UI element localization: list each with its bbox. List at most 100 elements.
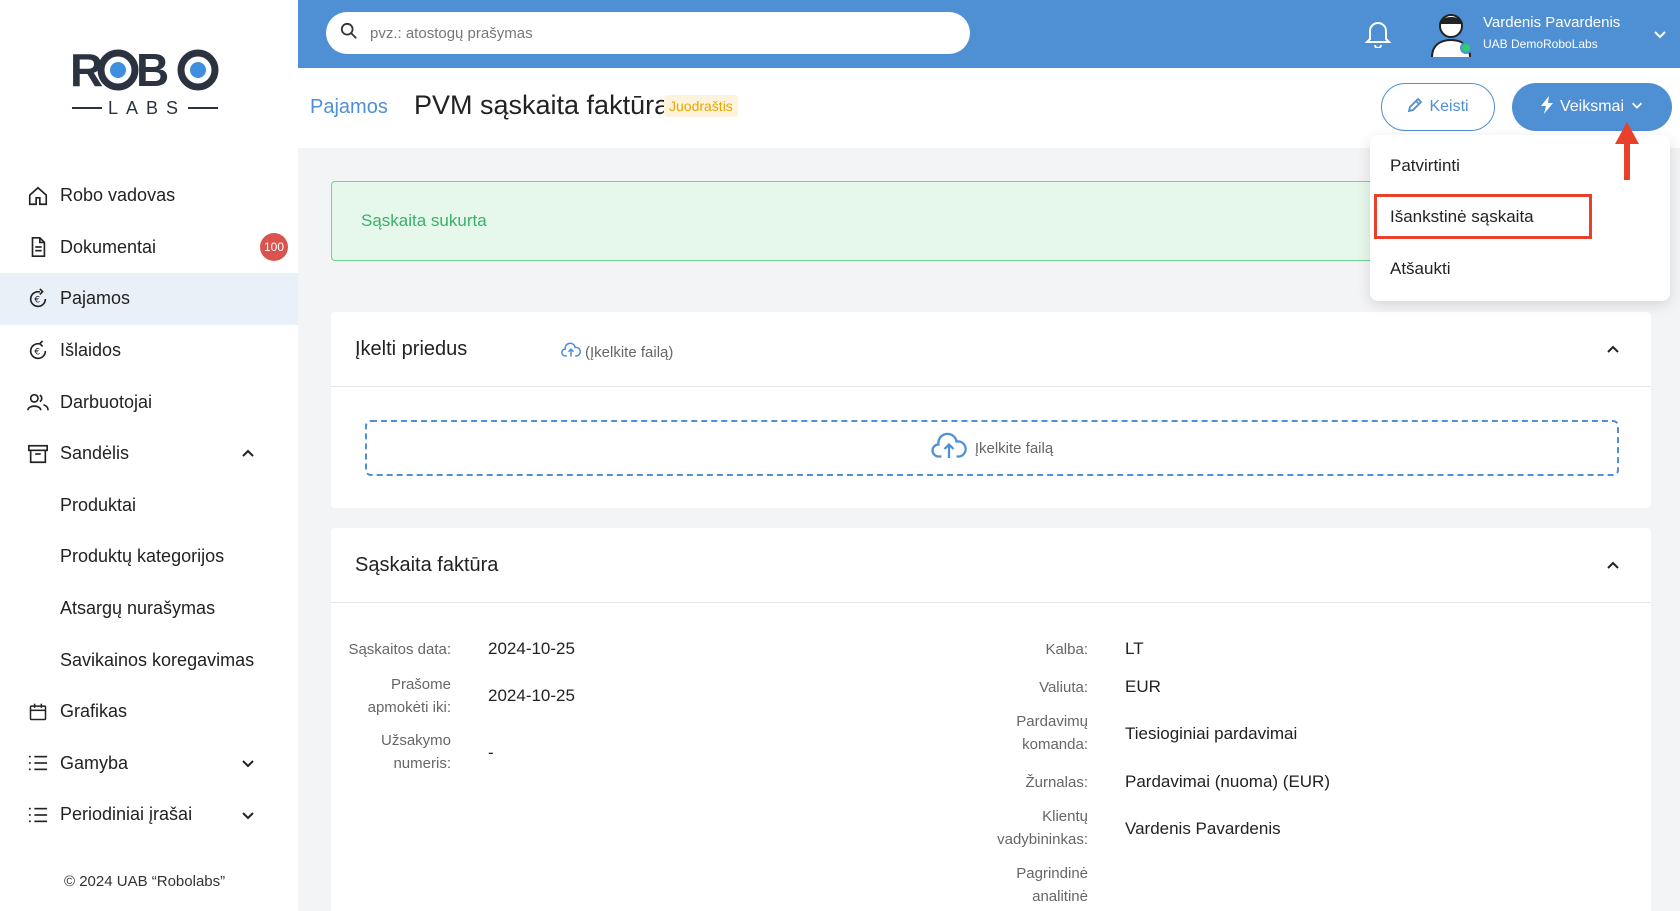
income-icon: €: [26, 287, 50, 311]
search-input[interactable]: [370, 24, 930, 42]
menu-item-atsaukti[interactable]: Atšaukti: [1390, 259, 1450, 279]
online-status-dot: [1460, 42, 1472, 54]
top-bar: Vardenis Pavardenis UAB DemoRoboLabs: [298, 0, 1680, 68]
sidebar-item-label: Grafikas: [60, 701, 128, 722]
attachments-title: Įkelti priedus: [355, 338, 468, 360]
upload-link-label: (Įkelkite failą): [585, 343, 674, 361]
actions-button-label: Veiksmai: [1559, 98, 1625, 115]
cloud-upload-icon: [561, 342, 581, 362]
sidebar-item-label: Savikainos koregavimas: [60, 649, 255, 670]
chevron-up-icon[interactable]: [1605, 558, 1621, 574]
list-icon: [26, 751, 50, 775]
bell-icon[interactable]: [1364, 18, 1392, 49]
sidebar-item-label: Atsargų nurašymas: [60, 598, 216, 619]
journal-label: Žurnalas:: [1025, 774, 1088, 791]
sidebar-item-produktai[interactable]: Produktai: [0, 480, 298, 532]
dropzone-label: Įkelkite failą: [974, 439, 1054, 457]
sidebar-item-label: Sandėlis: [60, 443, 130, 464]
sidebar: R B LABS Robo vadovas Dokumentai 100 € P…: [0, 0, 298, 911]
chevron-down-icon[interactable]: [240, 807, 256, 823]
sidebar-item-darbuotojai[interactable]: Darbuotojai: [0, 376, 298, 428]
sidebar-item-islaidos[interactable]: € Išlaidos: [0, 325, 298, 377]
user-company: UAB DemoRoboLabs: [1483, 37, 1598, 51]
sidebar-item-label: Gamyba: [60, 752, 129, 773]
sidebar-item-periodiniai-irasai[interactable]: Periodiniai įrašai: [0, 789, 298, 841]
lightning-icon: [1540, 95, 1554, 119]
sidebar-item-robo-vadovas[interactable]: Robo vadovas: [0, 170, 298, 222]
sidebar-nav: Robo vadovas Dokumentai 100 € Pajamos € …: [0, 170, 298, 841]
success-alert: Sąskaita sukurta: [331, 181, 1371, 261]
calendar-icon: [26, 700, 50, 724]
sidebar-item-label: Dokumentai: [60, 236, 157, 257]
sidebar-item-label: Robo vadovas: [60, 185, 176, 206]
breadcrumb-pajamos[interactable]: Pajamos: [310, 96, 388, 119]
file-dropzone[interactable]: Įkelkite failą: [365, 420, 1619, 476]
upload-file-link[interactable]: (Įkelkite failą): [561, 342, 673, 362]
warehouse-icon: [26, 442, 50, 466]
actions-button[interactable]: Veiksmai: [1512, 83, 1672, 131]
expense-icon: €: [26, 339, 50, 363]
page-title: PVM sąskaita faktūra: [414, 90, 670, 120]
chevron-up-icon[interactable]: [240, 446, 256, 462]
order-number-label: Užsakymo numeris:: [380, 732, 451, 772]
svg-text:€: €: [34, 295, 40, 306]
due-date-value: 2024-10-25: [488, 686, 575, 705]
chevron-down-icon: [1630, 98, 1644, 117]
pencil-icon: [1407, 97, 1423, 118]
sidebar-item-grafikas[interactable]: Grafikas: [0, 686, 298, 738]
search-icon: [340, 22, 358, 45]
journal-value: Pardavimai (nuoma) (EUR): [1125, 772, 1330, 791]
sidebar-item-atsargu-nurasymas[interactable]: Atsargų nurašymas: [0, 583, 298, 635]
attachments-card-header: Įkelti priedus (Įkelkite failą): [331, 312, 1651, 387]
documents-count-badge: 100: [260, 233, 288, 262]
chevron-down-icon[interactable]: [1652, 26, 1668, 42]
edit-button[interactable]: Keisti: [1381, 83, 1495, 131]
status-badge: Juodraštis: [664, 95, 738, 117]
menu-item-isankstine-saskaita[interactable]: Išankstinė sąskaita: [1390, 207, 1534, 227]
home-icon: [26, 184, 50, 208]
due-date-label: Prašome apmokėti iki:: [367, 676, 451, 716]
sidebar-item-label: Išlaidos: [60, 340, 122, 361]
chevron-down-icon[interactable]: [240, 755, 256, 771]
sidebar-item-pajamos[interactable]: € Pajamos: [0, 273, 298, 325]
sidebar-item-label: Pajamos: [60, 288, 131, 309]
search-bar[interactable]: [326, 12, 970, 54]
sidebar-item-label: Produktai: [60, 494, 137, 515]
invoice-card: Sąskaita faktūra Sąskaitos data: 2024-10…: [331, 528, 1651, 911]
alert-text: Sąskaita sukurta: [361, 211, 487, 230]
document-icon: [26, 235, 50, 259]
invoice-title: Sąskaita faktūra: [355, 554, 499, 576]
edit-button-label: Keisti: [1429, 98, 1469, 115]
attachments-card: Įkelti priedus (Įkelkite failą) Įkelkite…: [331, 312, 1651, 508]
users-icon: [26, 390, 50, 414]
invoice-date-label: Sąskaitos data:: [348, 641, 451, 658]
account-manager-value: Vardenis Pavardenis: [1125, 819, 1281, 838]
sidebar-item-savikainos-koregavimas[interactable]: Savikainos koregavimas: [0, 634, 298, 686]
sidebar-item-produktu-kategorijos[interactable]: Produktų kategorijos: [0, 531, 298, 583]
pointer-arrow-icon: [1612, 122, 1642, 182]
svg-text:LABS: LABS: [108, 98, 186, 118]
sales-team-label: Pardavimų komanda:: [1016, 713, 1088, 753]
main-analytics-label: Pagrindinė analitinė: [1016, 865, 1088, 905]
sidebar-item-label: Produktų kategorijos: [60, 546, 225, 567]
language-value: LT: [1125, 639, 1144, 658]
currency-label: Valiuta:: [1039, 679, 1088, 696]
list-icon: [26, 803, 50, 827]
sidebar-item-label: Darbuotojai: [60, 391, 153, 412]
sidebar-item-gamyba[interactable]: Gamyba: [0, 738, 298, 790]
user-name[interactable]: Vardenis Pavardenis: [1483, 14, 1620, 31]
language-label: Kalba:: [1045, 641, 1088, 658]
menu-item-patvirtinti[interactable]: Patvirtinti: [1390, 156, 1460, 176]
order-number-value: -: [488, 743, 494, 762]
invoice-card-header: Sąskaita faktūra: [331, 528, 1651, 603]
account-manager-label: Klientų vadybininkas:: [997, 808, 1088, 848]
sales-team-value: Tiesioginiai pardavimai: [1125, 724, 1298, 743]
currency-value: EUR: [1125, 677, 1161, 696]
chevron-up-icon[interactable]: [1605, 342, 1621, 358]
sidebar-item-dokumentai[interactable]: Dokumentai 100: [0, 222, 298, 274]
svg-text:€: €: [34, 346, 40, 357]
robolabs-logo[interactable]: R B LABS: [70, 44, 220, 120]
sidebar-item-sandelis[interactable]: Sandėlis: [0, 428, 298, 480]
cloud-upload-icon: [931, 432, 967, 464]
sidebar-item-label: Periodiniai įrašai: [60, 804, 193, 825]
